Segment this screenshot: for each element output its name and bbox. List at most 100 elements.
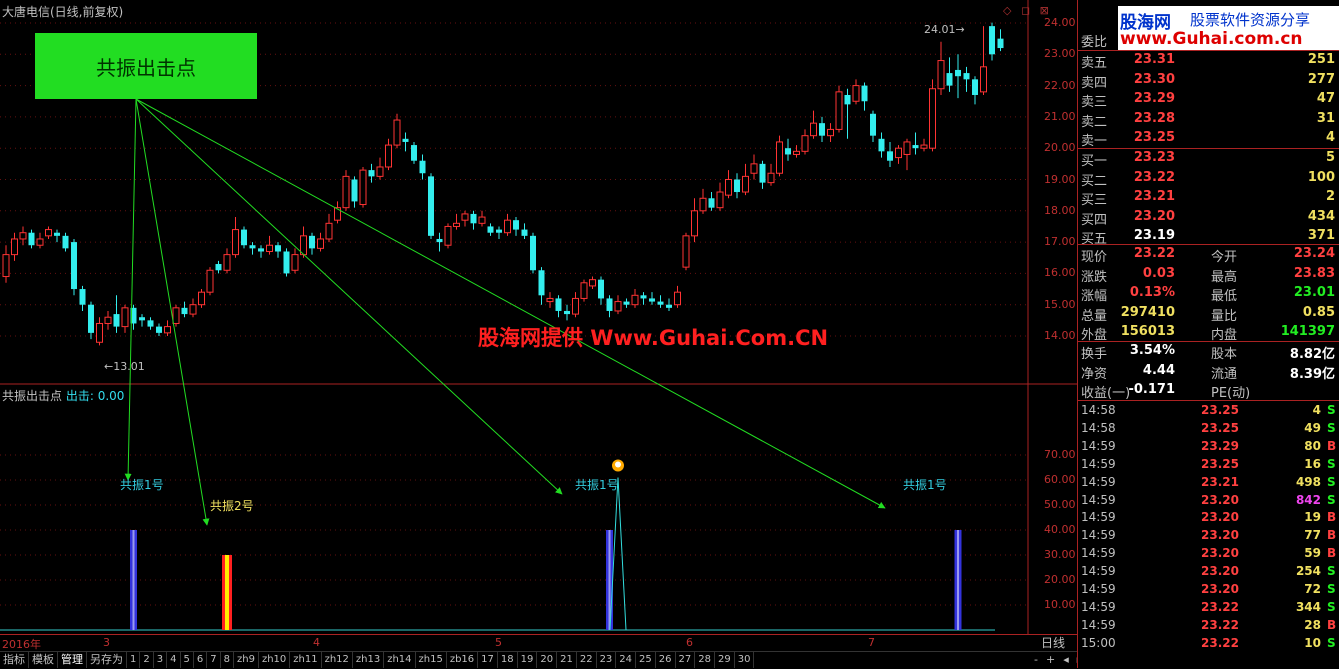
indicator-tab[interactable]: 指标 <box>0 652 29 668</box>
indicator-tab[interactable]: 3 <box>154 652 168 668</box>
candle-body-down <box>62 235 69 249</box>
candle-body-down <box>844 94 851 105</box>
tick-side: S <box>1327 420 1336 435</box>
tick-row: 14:59 23.21 498 S <box>1079 475 1337 493</box>
candle-body-up <box>937 60 945 90</box>
candle-body-down <box>785 148 791 155</box>
tick-row: 14:59 23.20 19 B <box>1079 510 1337 528</box>
fund-value: 3.54% <box>1129 343 1175 358</box>
tick-price: 23.22 <box>1201 617 1239 632</box>
indicator-tab[interactable]: 另存为 <box>87 652 127 668</box>
quote-key-2: 今开 <box>1211 250 1238 265</box>
indicator-tab[interactable]: 5 <box>181 652 194 668</box>
indicator-tab[interactable]: zh13 <box>353 652 385 668</box>
indicator-tab[interactable]: 1 <box>127 652 141 668</box>
candle-body-down <box>989 26 995 55</box>
indicator-axis-label: 20.00 <box>1044 573 1076 586</box>
candle-body-down <box>368 170 375 177</box>
indicator-tab[interactable]: 25 <box>636 652 656 668</box>
indicator-tab[interactable]: 17 <box>478 652 498 668</box>
indicator-tab[interactable]: 23 <box>597 652 617 668</box>
indicator-tab[interactable]: 7 <box>207 652 221 668</box>
indicator-tab[interactable]: 30 <box>735 652 755 668</box>
indicator-axis-label: 70.00 <box>1044 448 1076 461</box>
date-tick: 5 <box>495 636 502 649</box>
indicator-tab[interactable]: zh14 <box>384 652 416 668</box>
panel-separator <box>1078 400 1339 401</box>
indicator-tab[interactable]: 模板 <box>29 652 58 668</box>
indicator-tab[interactable]: zh11 <box>290 652 322 668</box>
date-tick: 2016年 <box>2 638 41 651</box>
fund-value-2: 8.82亿 <box>1289 347 1335 362</box>
tick-qty: 254 <box>1295 564 1321 579</box>
indicator-tab[interactable]: zb16 <box>447 652 479 668</box>
candle-body-down <box>734 179 740 193</box>
indicator-tab[interactable]: zh9 <box>234 652 259 668</box>
bid-qty: 434 <box>1307 208 1335 224</box>
candle-body-up <box>776 141 783 174</box>
ask-price: 23.29 <box>1133 91 1175 106</box>
candle-body-down <box>657 301 664 305</box>
tick-row: 14:59 23.29 80 B <box>1079 439 1337 457</box>
tick-qty: 59 <box>1304 546 1321 561</box>
indicator-tab[interactable]: zh12 <box>322 652 353 668</box>
bid-price: 23.19 <box>1133 228 1175 243</box>
indicator-tab[interactable]: zh10 <box>259 652 291 668</box>
candle-body-down <box>555 298 562 311</box>
indicator-tab[interactable]: 6 <box>194 652 208 668</box>
candle-body-down <box>623 301 630 305</box>
indicator-tab[interactable]: 29 <box>715 652 735 668</box>
ask-row: 卖一 23.25 4 <box>1079 130 1337 149</box>
bid-row: 买四 23.20 434 <box>1079 209 1337 228</box>
tick-side: S <box>1327 599 1336 614</box>
price-low-mark: ←13.01 <box>104 360 145 373</box>
indicator-tab[interactable]: 2 <box>140 652 154 668</box>
tick-row: 14:59 23.20 254 S <box>1079 564 1337 582</box>
candle-body-up <box>793 150 800 155</box>
indicator-tab[interactable]: 28 <box>695 652 715 668</box>
ask-row: 卖三 23.29 47 <box>1079 91 1337 110</box>
indicator-tab[interactable]: 19 <box>518 652 538 668</box>
indicator-tab[interactable]: 8 <box>221 652 234 668</box>
candle-body-up <box>36 238 44 246</box>
fund-row: 收益(一) -0.171 PE(动) <box>1079 382 1337 401</box>
indicator-tab[interactable]: 管理 <box>58 652 87 668</box>
ask-price: 23.28 <box>1133 110 1175 126</box>
tick-side: S <box>1327 456 1336 471</box>
indicator-signal-label: 出击: <box>65 389 94 403</box>
scroll-left-button[interactable]: ◂ <box>1063 653 1069 666</box>
indicator-tab[interactable]: 27 <box>676 652 696 668</box>
indicator-tab[interactable]: 24 <box>616 652 637 668</box>
window-title: 大唐电信(日线,前复权) <box>2 5 124 19</box>
zoom-out-button[interactable]: - <box>1034 653 1038 666</box>
indicator-tab[interactable]: 20 <box>537 652 558 668</box>
indicator-tab[interactable]: 21 <box>557 652 577 668</box>
period-button[interactable]: 日线 <box>1030 634 1076 650</box>
date-tick: 6 <box>686 636 693 649</box>
tick-price: 23.22 <box>1201 599 1239 614</box>
bid-qty: 371 <box>1307 228 1335 243</box>
indicator-tab[interactable]: 4 <box>167 652 181 668</box>
resonance-1-bar-core <box>132 530 135 630</box>
tick-time: 15:00 <box>1081 635 1116 650</box>
quote-value: 0.13% <box>1129 285 1175 300</box>
indicator-axis-label: 30.00 <box>1044 548 1076 561</box>
indicator-tab[interactable]: 18 <box>498 652 518 668</box>
candle-body-up <box>767 172 775 184</box>
bid-row: 买一 23.23 5 <box>1079 150 1337 169</box>
indicator-tab[interactable]: zh15 <box>416 652 447 668</box>
ask-row: 卖四 23.30 277 <box>1079 72 1337 91</box>
indicator-tab[interactable]: 26 <box>656 652 676 668</box>
zoom-in-button[interactable]: + <box>1046 653 1055 666</box>
candle-body-down <box>147 320 154 327</box>
price-axis-label: 20.00 <box>1044 141 1076 155</box>
candle-body-up <box>903 141 911 155</box>
indicator-signal-value: 0.00 <box>97 389 125 403</box>
indicator-tab[interactable]: 22 <box>577 652 597 668</box>
candle-body-down <box>606 298 613 311</box>
tick-time: 14:59 <box>1081 599 1116 614</box>
candle-body-up <box>546 297 554 303</box>
candle-body-up <box>291 254 299 271</box>
bid-price: 23.20 <box>1133 208 1175 224</box>
quote-value-2: 0.85 <box>1302 304 1335 320</box>
